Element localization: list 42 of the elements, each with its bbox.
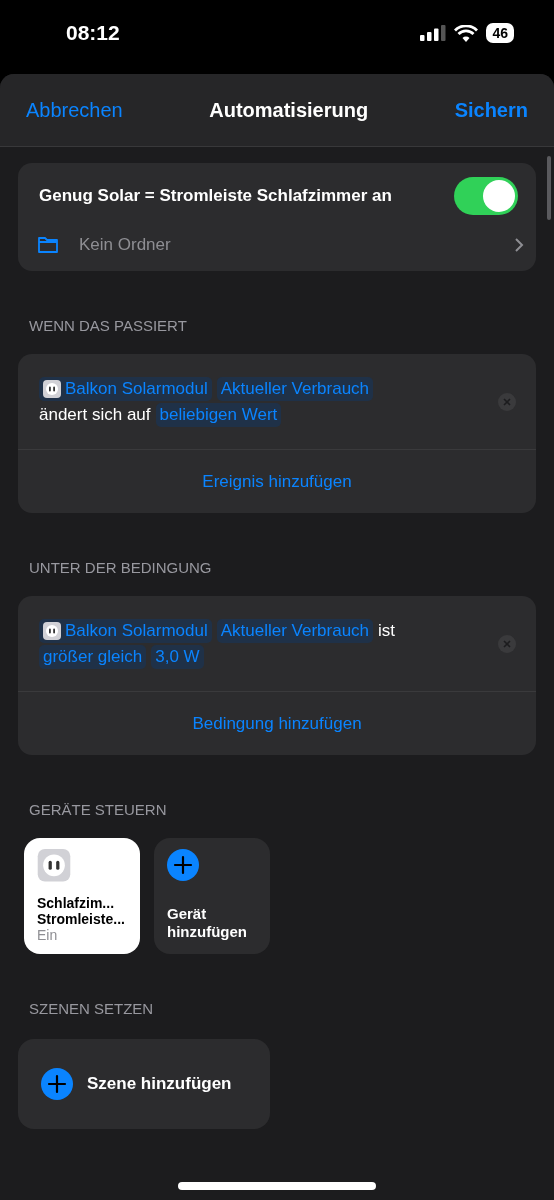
folder-row[interactable]: Kein Ordner: [18, 229, 536, 271]
value-token[interactable]: beliebigen Wert: [155, 402, 282, 427]
add-icon: [41, 1068, 73, 1100]
wifi-icon: [454, 24, 479, 42]
value-token[interactable]: größer gleich: [39, 644, 147, 669]
device-token[interactable]: Balkon Solarmodul: [39, 618, 212, 643]
chevron-icon: [514, 237, 524, 253]
nav-title: Automatisierung: [209, 98, 369, 122]
remove-icon[interactable]: [498, 392, 516, 411]
cancel-button[interactable]: Abbrechen: [26, 98, 123, 122]
automation-name: Genug Solar = Stromleiste Schlafzimmer an: [39, 186, 392, 206]
status-time: 08:12: [66, 21, 120, 45]
value-token[interactable]: Aktueller Verbrauch: [216, 376, 374, 401]
outlet-icon: [37, 849, 71, 882]
outlet-icon: [43, 379, 61, 398]
section-header: UNTER DER BEDINGUNG: [28, 559, 213, 576]
add-button[interactable]: Ereignis hinzufügen: [18, 450, 536, 513]
enable-toggle[interactable]: [454, 177, 518, 215]
signal-icon: [420, 25, 447, 41]
tile-label: Stromleiste...: [37, 911, 126, 927]
section-header: GERÄTE STEUERN: [28, 801, 168, 818]
value-token[interactable]: 3,0 W: [151, 644, 204, 669]
section-header: SZENEN SETZEN: [28, 1000, 155, 1017]
device-token[interactable]: Balkon Solarmodul: [39, 376, 212, 401]
add-icon: [167, 849, 199, 881]
section-header: WENN DAS PASSIERT: [28, 317, 188, 334]
tile-label: Schlafzim...: [37, 895, 116, 911]
device-tile[interactable]: Schlafzim... Stromleiste... Ein: [24, 838, 140, 954]
tile-status: Ein: [37, 927, 59, 943]
clause-text: ändert sich auf: [39, 404, 151, 425]
add-device-tile[interactable]: Gerät hinzufügen: [154, 838, 270, 954]
tile-label: hinzufügen: [167, 923, 248, 941]
add-scene-button[interactable]: Szene hinzufügen: [18, 1039, 270, 1129]
battery-level: 46: [486, 23, 514, 43]
remove-icon[interactable]: [498, 634, 516, 653]
save-button[interactable]: Sichern: [454, 98, 528, 122]
folder-icon: [37, 236, 59, 254]
tile-label: Gerät: [167, 905, 208, 923]
outlet-icon: [43, 621, 61, 640]
clause-text: ist: [378, 620, 396, 641]
add-button[interactable]: Bedingung hinzufügen: [18, 692, 536, 755]
value-token[interactable]: Aktueller Verbrauch: [216, 618, 374, 643]
